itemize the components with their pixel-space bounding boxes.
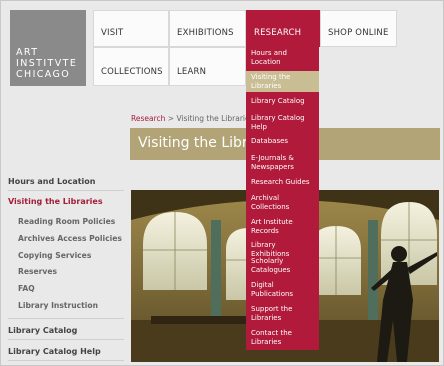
sidebar-divider bbox=[8, 190, 124, 191]
logo-line-1: ART bbox=[16, 47, 39, 58]
dropdown-item-ai-records[interactable]: Art Institute Records bbox=[246, 218, 319, 236]
breadcrumb-research-link[interactable]: Research bbox=[131, 114, 165, 123]
sidebar-item-visiting[interactable]: Visiting the Libraries bbox=[8, 197, 124, 206]
sidebar-item-catalog[interactable]: Library Catalog bbox=[8, 326, 124, 335]
sidebar-item-hours[interactable]: Hours and Location bbox=[8, 177, 124, 186]
sidebar-divider bbox=[8, 318, 124, 319]
sidebar-item-instruction[interactable]: Library Instruction bbox=[8, 301, 124, 310]
logo-line-3: CHICAGO bbox=[16, 69, 71, 80]
nav-exhibitions[interactable]: EXHIBITIONS bbox=[169, 10, 246, 47]
dropdown-item-research-guides[interactable]: Research Guides bbox=[246, 178, 319, 188]
research-dropdown-menu: Hours and Location Visiting the Librarie… bbox=[246, 44, 319, 350]
sidebar-item-reserves[interactable]: Reserves bbox=[8, 267, 124, 276]
dropdown-item-library-exhibitions[interactable]: Library Exhibitions bbox=[246, 241, 319, 258]
sidebar-item-copying[interactable]: Copying Services bbox=[8, 251, 124, 260]
dropdown-item-catalog-help[interactable]: Library Catalog Help bbox=[246, 114, 319, 132]
dropdown-item-databases[interactable]: Databases bbox=[246, 137, 319, 147]
nav-learn[interactable]: LEARN bbox=[169, 47, 246, 86]
sidebar-divider bbox=[8, 339, 124, 340]
dropdown-item-support[interactable]: Support the Libraries bbox=[246, 305, 319, 323]
dropdown-item-contact[interactable]: Contact the Libraries bbox=[246, 329, 319, 347]
dropdown-item-ejournals[interactable]: E-Journals & Newspapers bbox=[246, 154, 319, 172]
dropdown-item-digital-publications[interactable]: Digital Publications bbox=[246, 281, 319, 299]
dropdown-item-scholarly-catalogues[interactable]: Scholarly Catalogues bbox=[246, 257, 319, 275]
dropdown-item-catalog[interactable]: Library Catalog bbox=[246, 97, 319, 107]
sidebar-item-archives-access[interactable]: Archives Access Policies bbox=[8, 234, 124, 243]
dropdown-item-visiting[interactable]: Visiting the Libraries bbox=[246, 71, 319, 92]
nav-research[interactable]: RESEARCH bbox=[246, 10, 320, 47]
breadcrumb-current: Visiting the Libraries bbox=[176, 114, 254, 123]
sidebar-divider bbox=[8, 360, 124, 361]
sidebar-item-faq[interactable]: FAQ bbox=[8, 284, 124, 293]
museum-logo[interactable]: ART INSTITVTE CHICAGO bbox=[10, 10, 86, 86]
nav-visit[interactable]: VISIT bbox=[93, 10, 169, 47]
nav-collections[interactable]: COLLECTIONS bbox=[93, 47, 169, 86]
breadcrumb: Research > Visiting the Libraries bbox=[131, 114, 254, 123]
nav-shop-online[interactable]: SHOP ONLINE bbox=[320, 10, 397, 47]
dropdown-item-hours[interactable]: Hours and Location bbox=[246, 49, 319, 69]
breadcrumb-separator: > bbox=[165, 114, 177, 123]
sidebar-item-catalog-help[interactable]: Library Catalog Help bbox=[8, 347, 124, 356]
logo-line-2: INSTITVTE bbox=[16, 58, 78, 69]
dropdown-item-archival-collections[interactable]: Archival Collections bbox=[246, 194, 319, 212]
sidebar-item-reading-room[interactable]: Reading Room Policies bbox=[8, 217, 124, 226]
